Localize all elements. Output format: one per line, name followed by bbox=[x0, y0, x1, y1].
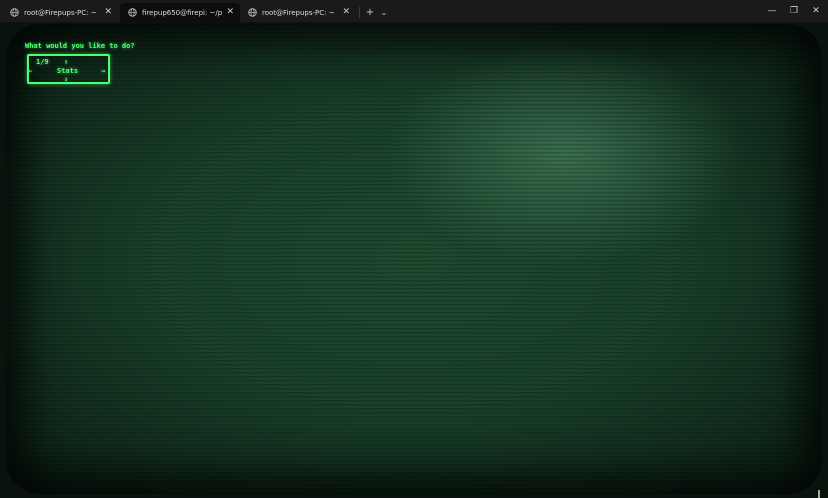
terminal-pane[interactable]: What would you like to do? 1/9 ↑ ← Stats… bbox=[0, 22, 828, 498]
new-tab-button[interactable]: + bbox=[363, 6, 377, 18]
up-arrow-icon: ↑ bbox=[64, 58, 69, 66]
close-icon[interactable]: ✕ bbox=[104, 8, 112, 17]
title-bar: root@Firepups-PC: ~ ✕ firepup650@firepi:… bbox=[0, 0, 828, 22]
tab-label: firepup650@firepi: ~/projects bbox=[142, 8, 223, 17]
terminal-output: What would you like to do? 1/9 ↑ ← Stats… bbox=[25, 42, 135, 84]
crt-screen: What would you like to do? 1/9 ↑ ← Stats… bbox=[6, 24, 822, 494]
window-close-button[interactable]: ✕ bbox=[806, 4, 826, 18]
close-icon[interactable]: ✕ bbox=[226, 8, 234, 17]
tab-3[interactable]: root@Firepups-PC: ~ ✕ bbox=[240, 3, 356, 22]
page-indicator: 1/9 bbox=[36, 58, 49, 66]
left-arrow-icon: ← bbox=[28, 67, 33, 75]
tab-2[interactable]: firepup650@firepi: ~/projects ✕ bbox=[120, 3, 240, 22]
tab-label: root@Firepups-PC: ~ bbox=[262, 8, 335, 17]
menu-selected-item: Stats bbox=[57, 67, 79, 75]
down-arrow-icon: ↓ bbox=[64, 75, 69, 83]
globe-icon bbox=[128, 8, 137, 17]
globe-icon bbox=[10, 8, 19, 17]
tab-1[interactable]: root@Firepups-PC: ~ ✕ bbox=[2, 3, 118, 22]
right-arrow-icon: → bbox=[101, 67, 106, 75]
prompt-text: What would you like to do? bbox=[25, 42, 135, 50]
tab-label: root@Firepups-PC: ~ bbox=[24, 8, 97, 17]
close-icon[interactable]: ✕ bbox=[342, 8, 350, 17]
minimize-button[interactable]: — bbox=[762, 4, 782, 18]
scanline-overlay bbox=[6, 24, 822, 494]
tab-dropdown-button[interactable]: ⌄ bbox=[378, 6, 390, 18]
scrollbar-thumb[interactable] bbox=[818, 490, 820, 498]
tab-divider bbox=[359, 7, 360, 18]
globe-icon bbox=[248, 8, 257, 17]
maximize-button[interactable]: ❐ bbox=[784, 4, 804, 18]
menu-box: 1/9 ↑ ← Stats → ↓ bbox=[27, 54, 110, 84]
